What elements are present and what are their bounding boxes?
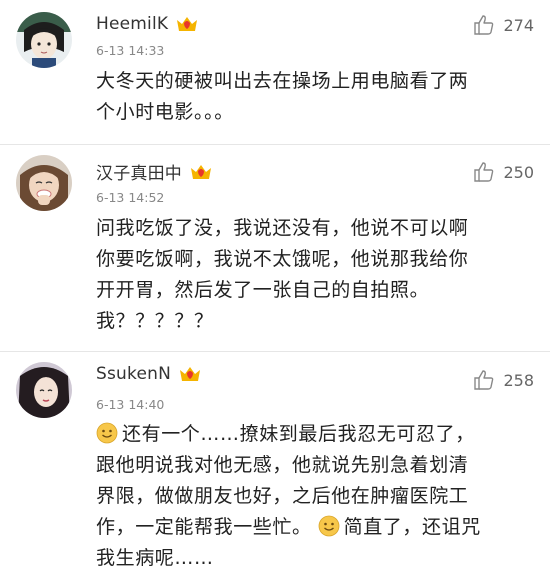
comment-text-line: 大冬天的硬被叫出去在操场上用电脑看了两 [96, 70, 469, 92]
avatar[interactable] [16, 12, 72, 68]
comment-text: 问我吃饭了没，我说还没有，他说不可以啊 你要吃饭啊，我说不太饿呢，他说那我给你 … [96, 213, 528, 337]
vip-crown-badge-icon [191, 164, 211, 179]
comment-item: 汉子真田中 6-13 14:52 250 问我吃饭了没，我说还没有，他说不可以啊… [0, 145, 550, 352]
username-row: 汉子真田中 [96, 159, 212, 184]
comment-text-line: 你要吃饭啊，我说不太饿呢，他说那我给你 [96, 248, 469, 270]
like-count: 258 [503, 370, 534, 390]
smiley-emoji-icon [96, 422, 118, 444]
comment-text-line: 我生病呢…… [96, 547, 214, 569]
comment-text-line: 个小时电影。。。 [96, 101, 234, 123]
comment-item: HeemilK 6-13 14:33 274 大冬天的硬被叫出去在操场上用电脑看… [0, 0, 550, 145]
comment-text: 大冬天的硬被叫出去在操场上用电脑看了两 个小时电影。。。 [96, 66, 528, 128]
timestamp: 6-13 14:33 [96, 43, 165, 58]
like-count: 274 [503, 15, 534, 35]
like-button[interactable]: 250 [473, 161, 534, 183]
username[interactable]: HeemilK [96, 14, 168, 34]
timestamp: 6-13 14:52 [96, 190, 165, 205]
comment-text-segment: 简直了，还诅咒 [343, 516, 481, 538]
comment-item: SsukenN 6-13 14:40 258 还有一个……撩妹到最后我忍无可忍了… [0, 352, 550, 582]
comment-text-line: 我？？？？？ [96, 310, 214, 332]
comment-text: 还有一个……撩妹到最后我忍无可忍了， 跟他明说我对他无感，他就说先别急着划清 界… [96, 419, 528, 574]
like-button[interactable]: 258 [473, 369, 534, 391]
thumbs-up-icon [474, 15, 494, 35]
username-row: HeemilK [96, 14, 198, 34]
comment-text-line: 跟他明说我对他无感，他就说先别急着划清 [96, 454, 469, 476]
comment-text-line: 问我吃饭了没，我说还没有，他说不可以啊 [96, 217, 469, 239]
username[interactable]: 汉子真田中 [96, 159, 182, 184]
timestamp: 6-13 14:40 [96, 397, 165, 412]
like-count: 250 [503, 162, 534, 182]
comment-text-line: 作，一定能帮我一些忙。 简直了，还诅咒 [96, 512, 528, 543]
avatar[interactable] [16, 155, 72, 211]
avatar[interactable] [16, 362, 72, 418]
like-button[interactable]: 274 [473, 14, 534, 36]
username-row: SsukenN [96, 364, 201, 384]
comment-text-segment: 还有一个……撩妹到最后我忍无可忍了， [122, 423, 475, 445]
comment-text-line: 界限，做做朋友也好，之后他在肿瘤医院工 [96, 485, 469, 507]
username[interactable]: SsukenN [96, 364, 171, 384]
comment-text-line: 还有一个……撩妹到最后我忍无可忍了， [96, 419, 528, 450]
vip-crown-badge-icon [180, 367, 201, 381]
smiley-emoji-icon [318, 515, 340, 537]
vip-crown-badge-icon [177, 17, 198, 31]
thumbs-up-icon [474, 162, 494, 182]
comment-text-segment: 作，一定能帮我一些忙。 [96, 516, 312, 538]
thumbs-up-icon [474, 370, 494, 390]
comment-text-line: 开开胃，然后发了一张自己的自拍照。 [96, 279, 430, 301]
